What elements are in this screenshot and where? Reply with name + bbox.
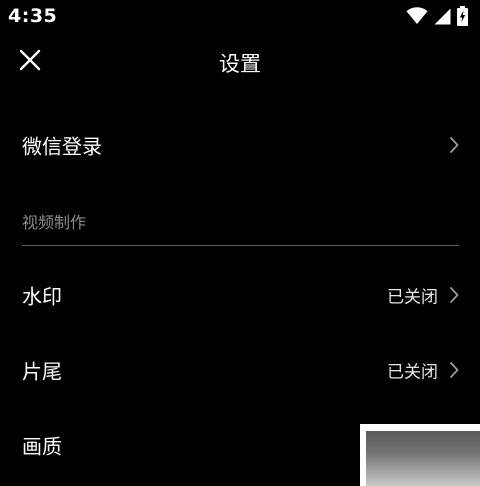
chevron-right-icon [448,361,460,379]
watermark-row[interactable]: 水印 已关闭 [0,265,480,325]
top-bar: 设置 [0,38,480,86]
watermark-label: 水印 [22,284,62,309]
chevron-right-icon [448,286,460,304]
ending-status: 已关闭 [387,362,438,383]
section-divider [22,245,459,246]
status-time: 4:35 [8,5,58,27]
status-bar: 4:35 [0,0,480,32]
wifi-icon [406,7,428,25]
quality-label: 画质 [22,434,62,459]
chevron-right-icon [448,136,460,154]
wechat-login-label: 微信登录 [22,134,102,159]
status-icons [406,6,468,26]
page-title: 设置 [219,52,261,76]
section-header-video: 视频制作 [22,213,87,232]
wechat-login-row[interactable]: 微信登录 [0,115,480,175]
battery-charging-icon [457,6,468,26]
floating-thumbnail[interactable] [360,424,480,486]
cellular-signal-icon [434,8,451,25]
watermark-status: 已关闭 [387,287,438,308]
thumbnail-image [366,431,480,486]
ending-label: 片尾 [22,359,62,384]
ending-row[interactable]: 片尾 已关闭 [0,340,480,400]
